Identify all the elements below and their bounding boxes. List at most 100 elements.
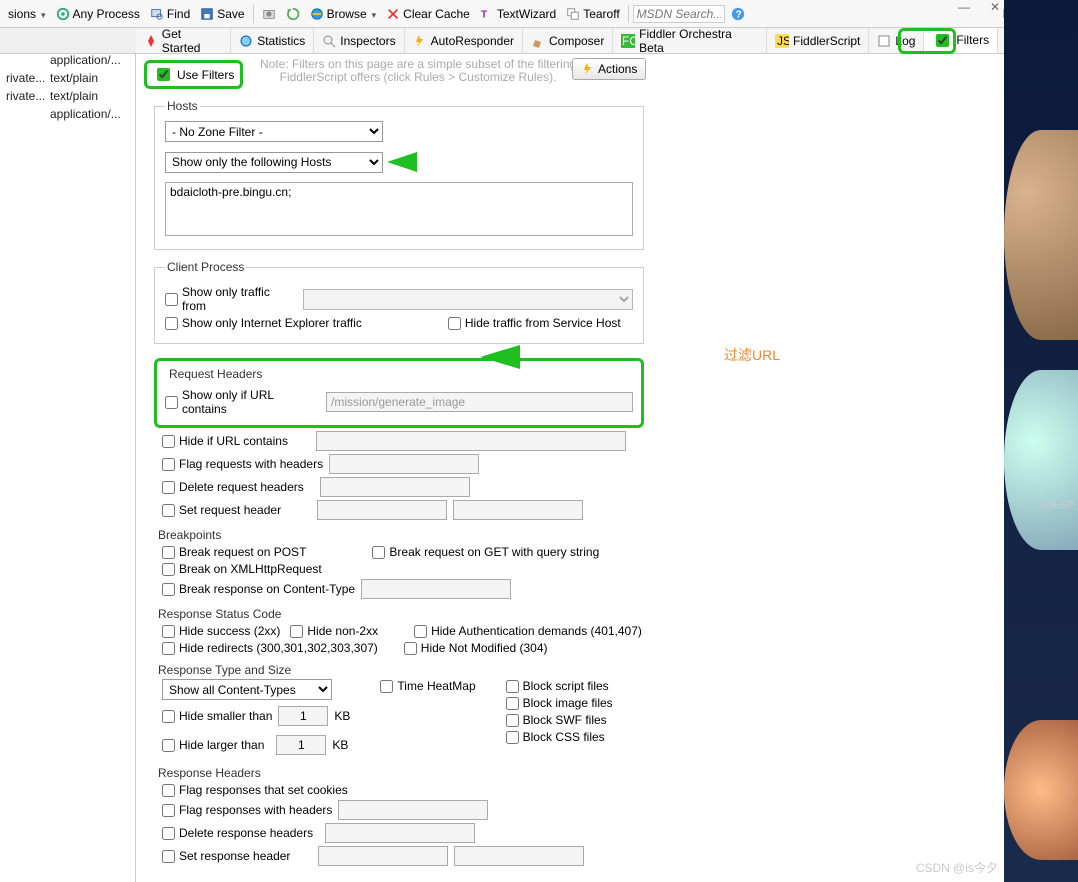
save-icon — [200, 7, 214, 21]
tab-fiddlerscript[interactable]: JSFiddlerScript — [767, 28, 869, 53]
camera-button[interactable] — [258, 5, 280, 23]
hide-larger-checkbox[interactable]: Hide larger than — [162, 738, 264, 752]
msdn-search-input[interactable] — [633, 5, 725, 23]
tab-filters[interactable]: Filters — [924, 28, 998, 53]
flag-req-headers-input[interactable] — [329, 454, 479, 474]
stats-icon — [239, 34, 253, 48]
set-req-header-name[interactable] — [317, 500, 447, 520]
flag-req-headers-checkbox[interactable]: Flag requests with headers — [162, 457, 323, 471]
rocket-icon — [144, 34, 158, 48]
fo-icon: FO — [621, 34, 635, 48]
window-controls: — ✕ — [958, 0, 1000, 14]
set-req-header-checkbox[interactable]: Set request header — [162, 503, 281, 517]
hide-url-input[interactable] — [316, 431, 626, 451]
replay-button[interactable] — [282, 5, 304, 23]
tab-log[interactable]: Log — [869, 28, 924, 53]
smaller-value[interactable] — [278, 706, 328, 726]
tab-statistics[interactable]: Statistics — [231, 28, 314, 53]
svg-text:?: ? — [735, 8, 741, 20]
block-image-checkbox[interactable]: Block image files — [506, 696, 613, 710]
delete-resp-headers-checkbox[interactable]: Delete response headers — [162, 826, 313, 840]
session-row[interactable]: rivate...text/plain — [0, 70, 135, 88]
help-button[interactable]: ? — [727, 5, 749, 23]
log-icon — [877, 34, 891, 48]
textwizard-button[interactable]: T TextWizard — [476, 5, 560, 23]
hide-auth-checkbox[interactable]: Hide Authentication demands (401,407) — [414, 624, 642, 638]
hide-304-checkbox[interactable]: Hide Not Modified (304) — [404, 641, 548, 655]
inspector-tabs: Get Started Statistics Inspectors AutoRe… — [0, 28, 1078, 54]
tab-get-started[interactable]: Get Started — [136, 28, 231, 53]
zone-filter-select[interactable]: - No Zone Filter - — [165, 121, 383, 142]
session-row[interactable]: rivate...text/plain — [0, 88, 135, 106]
larger-value[interactable] — [276, 735, 326, 755]
close-icon[interactable]: ✕ — [990, 0, 1000, 14]
only-url-input[interactable] — [326, 392, 633, 412]
hide-smaller-checkbox[interactable]: Hide smaller than — [162, 709, 272, 723]
flag-resp-headers-input[interactable] — [338, 800, 488, 820]
help-icon: ? — [731, 7, 745, 21]
host-filter-select[interactable]: Show only the following Hosts — [165, 152, 383, 173]
break-xhr-checkbox[interactable]: Break on XMLHttpRequest — [162, 562, 322, 576]
flag-resp-headers-checkbox[interactable]: Flag responses with headers — [162, 803, 332, 817]
filters-tab-checkbox[interactable] — [936, 34, 949, 47]
target-icon — [56, 7, 70, 21]
filter-url-label: 过滤URL — [724, 345, 780, 365]
set-resp-header-name[interactable] — [318, 846, 448, 866]
find-button[interactable]: Find — [146, 5, 194, 23]
break-ct-checkbox[interactable]: Break response on Content-Type — [162, 582, 355, 596]
host-list-textarea[interactable]: bdaicloth-pre.bingu.cn; — [165, 182, 633, 236]
clear-icon — [386, 7, 400, 21]
flag-cookie-checkbox[interactable]: Flag responses that set cookies — [162, 783, 348, 797]
block-script-checkbox[interactable]: Block script files — [506, 679, 613, 693]
inspect-icon — [322, 34, 336, 48]
tearoff-button[interactable]: Tearoff — [562, 5, 623, 23]
show-only-from-checkbox[interactable]: Show only traffic from — [165, 285, 297, 313]
tab-autoresponder[interactable]: AutoResponder — [405, 28, 523, 53]
session-row[interactable]: application/... — [0, 52, 135, 70]
hide-redirects-checkbox[interactable]: Hide redirects (300,301,302,303,307) — [162, 641, 378, 655]
svg-text:FO: FO — [622, 34, 635, 48]
time-heatmap-checkbox[interactable]: Time HeatMap — [380, 679, 475, 693]
break-post-checkbox[interactable]: Break request on POST — [162, 545, 306, 559]
tab-composer[interactable]: Composer — [523, 28, 613, 53]
svg-text:T: T — [481, 8, 488, 20]
set-req-header-value[interactable] — [453, 500, 583, 520]
ie-icon — [310, 7, 324, 21]
block-swf-checkbox[interactable]: Block SWF files — [506, 713, 613, 727]
only-url-contains-checkbox[interactable]: Show only if URL contains — [165, 388, 320, 416]
break-get-qs-checkbox[interactable]: Break request on GET with query string — [372, 545, 599, 559]
browse-button[interactable]: Browse — [306, 5, 381, 23]
clear-cache-button[interactable]: Clear Cache — [382, 5, 474, 23]
hosts-legend: Hosts — [165, 99, 200, 113]
replay-icon — [286, 7, 300, 21]
background-panel: ©DEEP — [1004, 0, 1078, 882]
delete-req-headers-checkbox[interactable]: Delete request headers — [162, 480, 304, 494]
only-ie-checkbox[interactable]: Show only Internet Explorer traffic — [165, 316, 362, 330]
hide-non2xx-checkbox[interactable]: Hide non-2xx — [290, 624, 378, 638]
use-filters-checkbox[interactable]: Use Filters — [144, 60, 243, 89]
filters-panel: Use Filters Hosts - No Zone Filter - Sho… — [136, 54, 1004, 882]
set-resp-header-value[interactable] — [454, 846, 584, 866]
set-resp-header-checkbox[interactable]: Set response header — [162, 849, 290, 863]
sessions-dropdown[interactable]: sions — [4, 5, 50, 23]
tab-orchestra[interactable]: FOFiddler Orchestra Beta — [613, 28, 767, 53]
any-process-button[interactable]: Any Process — [52, 5, 144, 23]
content-type-select[interactable]: Show all Content-Types — [162, 679, 332, 700]
break-ct-input[interactable] — [361, 579, 511, 599]
hide-url-contains-checkbox[interactable]: Hide if URL contains — [162, 434, 288, 448]
edit-icon — [531, 34, 545, 48]
hide-svchost-checkbox[interactable]: Hide traffic from Service Host — [448, 316, 621, 330]
block-css-checkbox[interactable]: Block CSS files — [506, 730, 613, 744]
tab-inspectors[interactable]: Inspectors — [314, 28, 404, 53]
hide-2xx-checkbox[interactable]: Hide success (2xx) — [162, 624, 280, 638]
session-row[interactable]: application/... — [0, 106, 135, 124]
save-button[interactable]: Save — [196, 5, 248, 23]
rts-legend: Response Type and Size — [158, 663, 996, 677]
main-toolbar: sions Any Process Find Save Browse Clear… — [0, 0, 1078, 28]
minimize-icon[interactable]: — — [958, 0, 970, 14]
kb-label: KB — [332, 738, 348, 752]
js-icon: JS — [775, 34, 789, 48]
arrow-annotation — [387, 148, 567, 176]
delete-resp-headers-input[interactable] — [325, 823, 475, 843]
delete-req-headers-input[interactable] — [320, 477, 470, 497]
